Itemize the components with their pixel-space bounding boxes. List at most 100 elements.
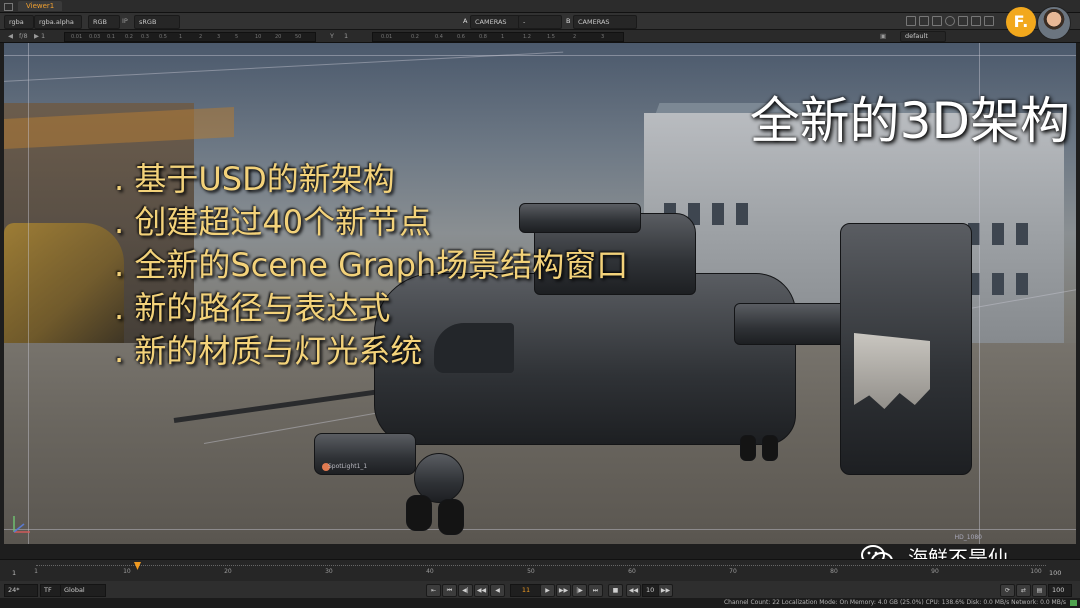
snapshot-icon[interactable] [971, 16, 981, 26]
gain-tick: 1 [179, 34, 183, 40]
ip-toggle[interactable]: IP [122, 16, 128, 26]
view-dropdown[interactable]: default [900, 31, 946, 42]
stop-button[interactable]: ■ [608, 584, 623, 597]
viewer-toolbar-gain: ◀ f/8 ▶ 1 0.01 0.03 0.1 0.2 0.3 0.5 1 2 … [0, 30, 1080, 43]
gain-tick: 0.01 [71, 34, 83, 40]
skip-back-button[interactable]: ◀◀ [626, 584, 641, 597]
first-frame-button[interactable]: ⏮ [442, 584, 457, 597]
brand-logo: F. [1006, 7, 1036, 37]
gain-tick: 50 [295, 34, 302, 40]
gain-tick: 0.5 [159, 34, 167, 40]
feature-list: . 基于USD的新架构 . 创建超过40个新节点 . 全新的Scene Grap… [114, 158, 628, 373]
gain-tick: 0.2 [125, 34, 133, 40]
status-indicator-icon [1070, 600, 1077, 606]
input-b-dropdown[interactable]: CAMERAS [573, 15, 637, 29]
gamma-slider[interactable]: 0.01 0.2 0.4 0.6 0.8 1 1.2 1.5 2 3 [372, 32, 624, 42]
timeline-end: 100 [1049, 569, 1062, 577]
gain-tick: 5 [235, 34, 239, 40]
grid-icon[interactable] [919, 16, 929, 26]
format-guide-line [28, 43, 29, 544]
transport-controls: 24* TF Global ⇤ ⏮ ◀| ◀◀ ◀ 11 ▶ ▶▶ |▶ ⏭ ■… [0, 581, 1080, 598]
gain-slider[interactable]: 0.01 0.03 0.1 0.2 0.3 0.5 1 2 3 5 10 20 … [64, 32, 316, 42]
timeline-bar[interactable]: 1 1 10 20 30 40 50 60 70 80 90 100 100 [0, 559, 1080, 582]
lock-icon[interactable] [932, 16, 942, 26]
refuel-probe [173, 386, 403, 423]
alpha-channel-dropdown[interactable]: rgba.alpha [34, 15, 82, 29]
input-a-dropdown[interactable]: CAMERAS [470, 15, 520, 29]
timeline-tick-label: 60 [628, 568, 636, 575]
background-excavator [4, 223, 124, 343]
gain-tick: 0.1 [107, 34, 115, 40]
helicopter-gun-pod [734, 303, 846, 345]
tab-viewer[interactable]: Viewer1 [18, 1, 63, 11]
gamma-value: 1 [344, 32, 349, 40]
timeline-ruler[interactable]: 1 10 20 30 40 50 60 70 80 90 100 [34, 562, 1046, 580]
region-icon[interactable] [906, 16, 916, 26]
status-text: Channel Count: 22 Localization Mode: On … [723, 599, 1066, 606]
view-mode-icon[interactable]: ▣ [880, 31, 886, 41]
viewer-viewport[interactable]: 全新的3D架构 . 基于USD的新架构 . 创建超过40个新节点 . 全新的Sc… [4, 43, 1076, 544]
gain-tick: 3 [217, 34, 221, 40]
timeline-tick-label: 100 [1030, 568, 1042, 575]
step-back-button[interactable]: ◀◀ [474, 584, 489, 597]
gamma-tick: 0.01 [381, 34, 393, 40]
step-forward-button[interactable]: ▶▶ [556, 584, 571, 597]
timeline-tick-label: 1 [34, 568, 38, 575]
play-backward-button[interactable]: ◀ [490, 584, 505, 597]
gamma-tick: 3 [601, 34, 605, 40]
end-frame-field[interactable]: 100 [1048, 584, 1072, 597]
skip-forward-button[interactable]: ▶▶ [658, 584, 673, 597]
tf-dropdown[interactable]: TF [40, 584, 62, 597]
feature-item: . 全新的Scene Graph场景结构窗口 [114, 246, 629, 284]
axis-gizmo-icon [13, 516, 30, 533]
gamma-tick: 1 [501, 34, 505, 40]
timeline-tick-label: 80 [830, 568, 838, 575]
format-guide-line [4, 55, 1076, 56]
camera-icon[interactable] [945, 16, 955, 26]
prev-keyframe-button[interactable]: ◀| [458, 584, 473, 597]
compare-op-dropdown[interactable]: - [518, 15, 562, 29]
current-frame-field[interactable]: 11 [510, 584, 542, 597]
landing-wheel [740, 435, 756, 461]
feature-item: . 新的材质与灯光系统 [114, 332, 423, 370]
gamma-tick: 0.8 [479, 34, 487, 40]
tab-bar: Viewer1 [0, 0, 1080, 13]
input-a-label: A [463, 17, 468, 25]
landing-wheel [406, 495, 432, 531]
settings-icon[interactable] [984, 16, 994, 26]
gamma-tick: 0.4 [435, 34, 443, 40]
display-lut-dropdown[interactable]: sRGB [134, 15, 180, 29]
gamma-tick: 1.2 [523, 34, 531, 40]
timeline-tick-label: 40 [426, 568, 434, 575]
timeline-tick-label: 30 [325, 568, 333, 575]
feature-item: . 新的路径与表达式 [114, 289, 391, 327]
gain-tick: 2 [199, 34, 203, 40]
status-bar: Channel Count: 22 Localization Mode: On … [0, 598, 1080, 608]
presenter-avatar [1037, 6, 1071, 40]
loop-icon[interactable]: ⟳ [1000, 584, 1015, 597]
timeline-tick-label: 70 [729, 568, 737, 575]
gamma-tick: 1.5 [547, 34, 555, 40]
fps-field[interactable]: 24* [4, 584, 38, 597]
bounce-icon[interactable]: ⇄ [1016, 584, 1031, 597]
cache-icon[interactable]: ▤ [1032, 584, 1047, 597]
play-forward-button[interactable]: ▶ [540, 584, 555, 597]
timeline-tick-label: 10 [123, 568, 131, 575]
channels-dropdown[interactable]: rgba [4, 15, 34, 29]
landing-wheel [762, 435, 778, 461]
gamma-tick: 2 [573, 34, 577, 40]
pane-menu-icon[interactable] [4, 3, 13, 11]
feature-item: . 创建超过40个新节点 [114, 203, 432, 241]
range-icon[interactable]: ⇤ [426, 584, 441, 597]
next-keyframe-button[interactable]: |▶ [572, 584, 587, 597]
play-left-icon[interactable]: ◀ [8, 31, 13, 41]
gamma-tick: 0.2 [411, 34, 419, 40]
input-b-label: B [566, 17, 571, 25]
overlay-icon[interactable] [958, 16, 968, 26]
range-mode-dropdown[interactable]: Global [60, 584, 106, 597]
colorspace-dropdown[interactable]: RGB [88, 15, 120, 29]
last-frame-button[interactable]: ⏭ [588, 584, 603, 597]
fstop-arrow-icon[interactable]: ▶ [34, 31, 39, 41]
gain-tick: 0.03 [89, 34, 101, 40]
feature-item: . 基于USD的新架构 [114, 160, 395, 198]
